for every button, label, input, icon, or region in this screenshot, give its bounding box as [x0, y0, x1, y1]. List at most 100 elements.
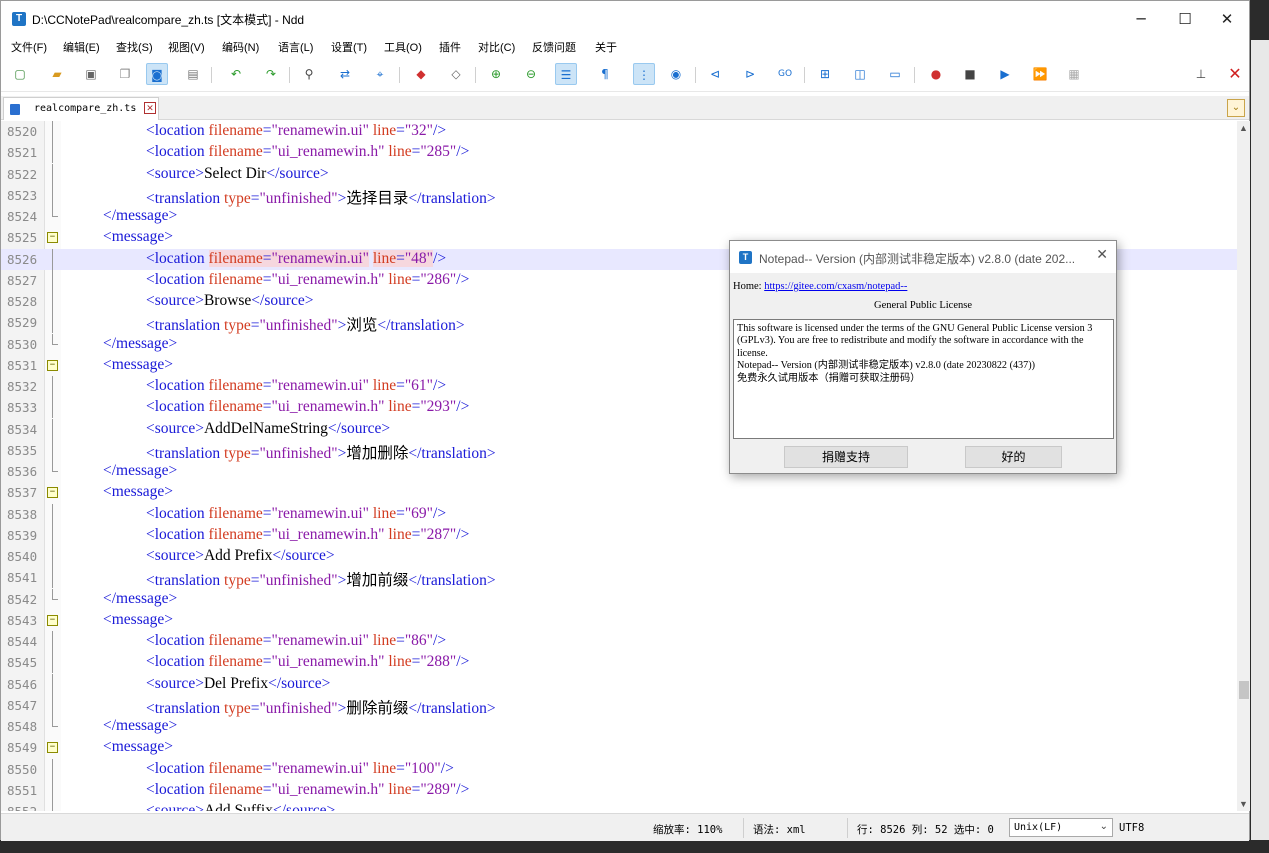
line-ending-select[interactable]: Unix(LF) ⌄	[1009, 818, 1113, 837]
scroll-up-icon[interactable]: ▲	[1239, 123, 1248, 133]
new-file-icon[interactable]: ▢	[9, 63, 31, 85]
code-line[interactable]: 8551 <location filename="ui_renamewin.h" …	[1, 779, 1237, 801]
goto-icon[interactable]: ⌖	[369, 63, 391, 85]
save-icon[interactable]: ▣	[80, 63, 102, 85]
menu-find[interactable]: 查找(S)	[116, 39, 153, 55]
vertical-scrollbar[interactable]: ▲ ▼	[1237, 121, 1251, 811]
code-line[interactable]: 8548 </message>	[1, 716, 1237, 737]
tab-realcompare[interactable]: realcompare_zh.ts ✕	[3, 97, 159, 120]
token-attr: type	[224, 572, 251, 590]
fold-line-marker	[52, 631, 53, 652]
next-icon[interactable]: ⊳	[739, 63, 761, 85]
compare-dir-icon[interactable]: ◫	[849, 63, 871, 85]
code-line[interactable]: 8538 <location filename="renamewin.ui" li…	[1, 503, 1237, 525]
scroll-down-icon[interactable]: ▼	[1239, 799, 1248, 809]
save-all-icon[interactable]: ❐	[114, 63, 136, 85]
code-line[interactable]: 8521 <location filename="ui_renamewin.h" …	[1, 142, 1237, 164]
minimize-icon[interactable]: ─	[1121, 7, 1161, 31]
macro-record-icon[interactable]: ●	[925, 63, 947, 85]
mark-icon[interactable]: ◆	[410, 63, 432, 85]
indent-guide-icon[interactable]: ⋮	[633, 63, 655, 85]
compare-file-icon[interactable]: ⊞	[814, 63, 836, 85]
menu-language[interactable]: 语言(L)	[278, 39, 313, 55]
ok-button[interactable]: 好的	[965, 446, 1062, 468]
dialog-close-icon[interactable]: ✕	[1096, 247, 1108, 263]
token-tag: <message>	[103, 610, 173, 628]
line-number: 8531	[7, 357, 38, 373]
token-tag: <location	[146, 143, 209, 161]
close-icon[interactable]: ✕	[1207, 7, 1247, 31]
tab-list-icon[interactable]: ⌄	[1227, 99, 1245, 117]
menu-encoding[interactable]: 编码(N)	[222, 39, 259, 55]
code-line[interactable]: 8544 <location filename="renamewin.ui" li…	[1, 631, 1237, 652]
menu-settings[interactable]: 设置(T)	[331, 39, 367, 55]
fold-toggle-icon[interactable]: −	[47, 359, 58, 371]
undo-icon[interactable]: ↶	[225, 63, 247, 85]
replace-icon[interactable]: ⇄	[334, 63, 356, 85]
scrollbar-thumb[interactable]	[1239, 681, 1249, 699]
macro-run-multiple-icon[interactable]: ⏩	[1029, 63, 1051, 85]
code-line[interactable]: 8542 </message>	[1, 588, 1237, 610]
code-line[interactable]: 8543− <message>	[1, 610, 1237, 631]
code-line[interactable]: 8539 <location filename="ui_renamewin.h" …	[1, 524, 1237, 546]
find-icon[interactable]: ⚲	[298, 63, 320, 85]
zoom-out-icon[interactable]: ⊖	[520, 63, 542, 85]
fold-line-marker	[52, 269, 53, 291]
menu-compare[interactable]: 对比(C)	[478, 39, 515, 55]
code-line[interactable]: 8547 <translation type="unfinished">删除前缀<…	[1, 694, 1237, 717]
previous-icon[interactable]: ⊲	[704, 63, 726, 85]
token-tag: <source>	[146, 674, 204, 692]
macro-play-icon[interactable]: ▶	[994, 63, 1016, 85]
close-file-icon[interactable]: ▤	[182, 63, 204, 85]
code-text: <location filename="renamewin.ui" line="…	[146, 122, 446, 140]
code-text: </message>	[103, 462, 177, 480]
pin-icon[interactable]: ⊥	[1190, 63, 1212, 85]
record-macro-icon[interactable]: ◉	[665, 63, 687, 85]
menu-file[interactable]: 文件(F)	[11, 39, 47, 55]
goto-line-icon[interactable]: GO	[774, 63, 796, 85]
donate-button[interactable]: 捐赠支持	[784, 446, 908, 468]
menu-tools[interactable]: 工具(O)	[384, 39, 422, 55]
open-folder-icon[interactable]: ▰	[46, 63, 68, 85]
license-textbox[interactable]: This software is licensed under the term…	[733, 319, 1114, 439]
menu-about[interactable]: 关于	[595, 39, 617, 55]
toolbar: ▢ ▰ ▣ ❐ ◙ ▤ ↶ ↷ ⚲ ⇄ ⌖ ◆ ◇ ⊕ ⊖ ☰ ¶ ⋮ ◉ ⊲ …	[1, 58, 1249, 92]
tab-close-icon[interactable]: ✕	[144, 102, 156, 114]
menu-view[interactable]: 视图(V)	[168, 39, 205, 55]
token-tag: </message>	[103, 589, 178, 607]
fold-toggle-icon[interactable]: −	[47, 742, 58, 754]
menu-plugins[interactable]: 插件	[439, 39, 461, 55]
file-mode-icon[interactable]: ◙	[146, 63, 168, 85]
code-line[interactable]: 8546 <source>Del Prefix</source>	[1, 673, 1237, 695]
menu-edit[interactable]: 编辑(E)	[63, 39, 100, 55]
toolbar-separator	[914, 67, 915, 83]
code-line[interactable]: 8552 <source>Add Suffix</source>	[1, 801, 1237, 811]
code-line[interactable]: 8550 <location filename="renamewin.ui" li…	[1, 758, 1237, 780]
binary-compare-icon[interactable]: ▭	[884, 63, 906, 85]
fold-toggle-icon[interactable]: −	[47, 614, 58, 626]
maximize-icon[interactable]: ☐	[1165, 7, 1205, 31]
code-line[interactable]: 8524 </message>	[1, 206, 1237, 227]
macro-save-icon[interactable]: ▦	[1063, 63, 1085, 85]
show-symbols-icon[interactable]: ¶	[594, 63, 616, 85]
clear-mark-icon[interactable]: ◇	[445, 63, 467, 85]
code-line[interactable]: 8522 <source>Select Dir</source>	[1, 163, 1237, 185]
redo-icon[interactable]: ↷	[260, 63, 282, 85]
word-wrap-icon[interactable]: ☰	[555, 63, 577, 85]
token-tag: <source>	[146, 419, 204, 437]
menu-feedback[interactable]: 反馈问题	[532, 39, 576, 55]
code-line[interactable]: 8540 <source>Add Prefix</source>	[1, 546, 1237, 567]
macro-stop-icon[interactable]: ■	[959, 63, 981, 85]
zoom-in-icon[interactable]: ⊕	[485, 63, 507, 85]
code-line[interactable]: 8523 <translation type="unfinished">选择目录<…	[1, 184, 1237, 207]
fold-toggle-icon[interactable]: −	[47, 232, 58, 244]
line-number: 8525	[7, 230, 38, 246]
code-line[interactable]: 8520 <location filename="renamewin.ui" li…	[1, 121, 1237, 142]
fold-toggle-icon[interactable]: −	[47, 487, 58, 499]
close-tab-icon[interactable]: ✕	[1224, 63, 1246, 85]
code-line[interactable]: 8541 <translation type="unfinished">增加前缀<…	[1, 567, 1237, 590]
code-line[interactable]: 8549− <message>	[1, 737, 1237, 758]
code-line[interactable]: 8545 <location filename="ui_renamewin.h" …	[1, 652, 1237, 674]
home-link[interactable]: https://gitee.com/cxasm/notepad--	[764, 281, 907, 292]
code-line[interactable]: 8537− <message>	[1, 482, 1237, 503]
